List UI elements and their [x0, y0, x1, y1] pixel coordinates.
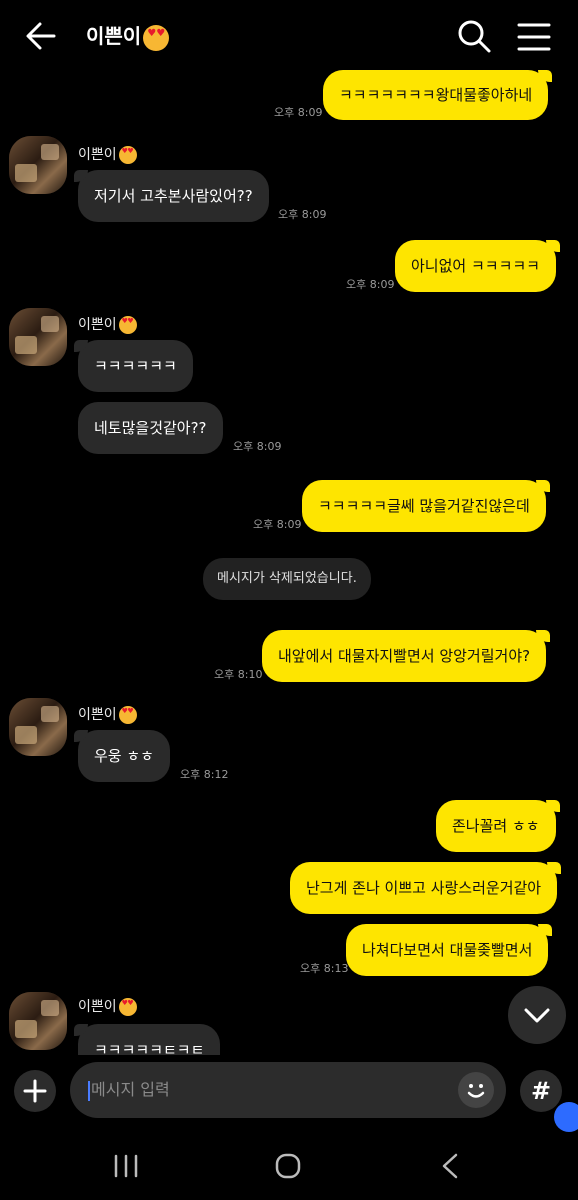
message-time: 오후 8:09 [346, 278, 395, 291]
sender-name: 이쁜이 [78, 704, 137, 724]
their-message-bubble[interactable]: 우웅 ㅎㅎ [74, 730, 170, 782]
message-input-placeholder: 메시지 입력 [91, 1080, 170, 1099]
my-message-bubble[interactable]: 난그게 존나 이쁘고 사랑스러운거같아 [290, 862, 562, 914]
chat-header: 이쁜이 [0, 0, 578, 70]
sender-name: 이쁜이 [78, 314, 137, 334]
smiley-icon [467, 1084, 485, 1098]
chat-title-text: 이쁜이 [86, 24, 142, 48]
message-time: 오후 8:09 [278, 208, 327, 221]
their-message-bubble[interactable]: ㅋㅋㅋㅋㅋㅌㅋㅌ [73, 1024, 221, 1055]
my-message-bubble[interactable]: 나쳐다보면서 대물좆빨면서 [346, 924, 553, 976]
text-caret [88, 1080, 90, 1101]
floating-chat-bubble-icon[interactable] [554, 1102, 578, 1132]
avatar[interactable] [9, 136, 67, 194]
sender-name: 이쁜이 [78, 144, 137, 164]
my-message-bubble[interactable]: ㅋㅋㅋㅋㅋ글쎄 많을거같진않은데 [302, 480, 550, 532]
scroll-to-bottom-button[interactable] [508, 986, 566, 1044]
message-input[interactable]: 메시지 입력 [70, 1062, 506, 1118]
message-time: 오후 8:09 [274, 106, 323, 119]
message-time: 오후 8:09 [253, 518, 302, 531]
home-icon[interactable] [274, 1152, 302, 1180]
heart-eyes-emoji-icon [118, 706, 137, 724]
emoji-button[interactable] [458, 1072, 494, 1108]
heart-eyes-emoji-icon [143, 24, 170, 51]
my-message-bubble[interactable]: 아니없어 ㅋㅋㅋㅋㅋ [395, 240, 560, 292]
deleted-message-notice: 메시지가 삭제되었습니다. [203, 558, 371, 600]
message-time: 오후 8:12 [180, 768, 229, 781]
back-chevron-icon[interactable] [438, 1152, 462, 1180]
avatar[interactable] [9, 992, 67, 1050]
their-message-bubble[interactable]: 네토많을것같아?? [78, 402, 223, 454]
plus-icon [23, 1079, 47, 1103]
message-time: 오후 8:09 [233, 440, 282, 453]
my-message-bubble[interactable]: 존나꼴려 ㅎㅎ [436, 800, 560, 852]
message-time: 오후 8:10 [214, 668, 263, 681]
avatar[interactable] [9, 698, 67, 756]
system-navigation-bar [0, 1130, 578, 1200]
hamburger-menu-icon[interactable] [516, 22, 552, 52]
heart-eyes-emoji-icon [118, 316, 137, 334]
chat-message-list[interactable]: ㅋㅋㅋㅋㅋㅋㅋ왕대물좋아하네 오후 8:09 이쁜이 저기서 고추본사람있어??… [0, 70, 578, 1055]
message-time: 오후 8:13 [300, 962, 349, 975]
sender-name: 이쁜이 [78, 996, 137, 1016]
message-input-bar: 메시지 입력 # [0, 1060, 578, 1122]
my-message-bubble[interactable]: ㅋㅋㅋㅋㅋㅋㅋ왕대물좋아하네 [323, 70, 553, 120]
heart-eyes-emoji-icon [118, 146, 137, 164]
attach-button[interactable] [14, 1070, 56, 1112]
recent-apps-icon[interactable] [112, 1154, 140, 1178]
arrow-left-icon[interactable] [22, 18, 62, 54]
my-message-bubble[interactable]: 내앞에서 대물자지빨면서 앙앙거릴거야? [262, 630, 551, 682]
chevron-down-icon [524, 1008, 550, 1023]
their-message-bubble[interactable]: 저기서 고추본사람있어?? [74, 170, 269, 222]
hashtag-search-button[interactable]: # [520, 1070, 562, 1112]
search-icon[interactable] [456, 18, 492, 54]
avatar[interactable] [9, 308, 67, 366]
chat-title: 이쁜이 [86, 20, 170, 51]
heart-eyes-emoji-icon [118, 998, 137, 1016]
their-message-bubble[interactable]: ㅋㅋㅋㅋㅋㅋ [74, 340, 193, 392]
